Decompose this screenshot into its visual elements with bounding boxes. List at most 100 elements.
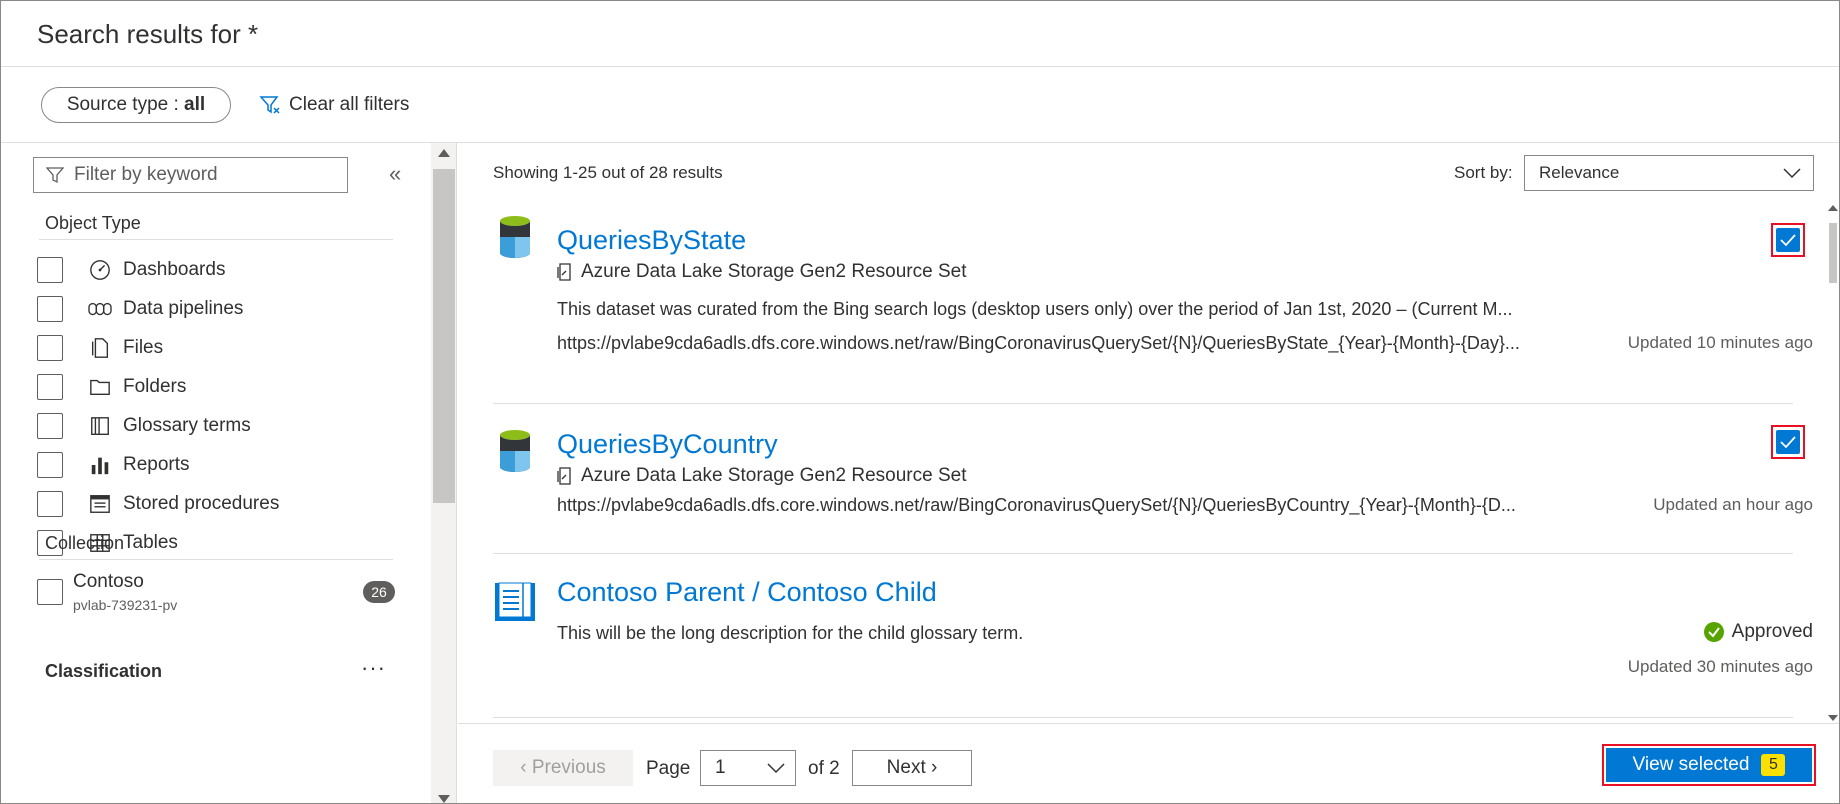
result-divider bbox=[493, 403, 1793, 404]
result-description: This will be the long description for th… bbox=[557, 623, 1024, 643]
view-selected-button[interactable]: View selected 5 bbox=[1602, 744, 1816, 786]
approved-label: Approved bbox=[1731, 621, 1813, 642]
result-updated: Updated 30 minutes ago bbox=[1627, 657, 1813, 676]
sidebar-scrollbar[interactable] bbox=[431, 143, 456, 803]
collection-title: Collection bbox=[45, 533, 125, 553]
clear-all-filters-button[interactable]: Clear all filters bbox=[259, 89, 409, 121]
result-type-label: Azure Data Lake Storage Gen2 Resource Se… bbox=[581, 261, 967, 282]
object-type-checkbox[interactable] bbox=[37, 335, 63, 361]
keyword-filter-placeholder: Filter by keyword bbox=[74, 164, 218, 185]
result-item: QueriesByState Azure Data Lake Storage G… bbox=[493, 215, 1813, 365]
page-number-dropdown[interactable]: 1 bbox=[700, 750, 796, 786]
report-icon bbox=[87, 452, 113, 478]
object-type-item[interactable]: Glossary terms bbox=[37, 411, 251, 441]
scroll-down-icon[interactable] bbox=[438, 795, 450, 803]
results-scrollbar[interactable] bbox=[1827, 203, 1839, 723]
dashboard-icon bbox=[87, 257, 113, 283]
search-results-page: Search results for * Source type : all C… bbox=[0, 0, 1840, 804]
glossary-term-icon bbox=[495, 582, 535, 621]
object-type-item[interactable]: Reports bbox=[37, 450, 190, 480]
page-title: Search results for * bbox=[37, 19, 259, 49]
scrollbar-thumb[interactable] bbox=[1829, 223, 1837, 283]
scroll-down-icon[interactable] bbox=[1828, 715, 1838, 721]
object-type-checkbox[interactable] bbox=[37, 374, 63, 400]
object-type-checkbox[interactable] bbox=[37, 491, 63, 517]
object-type-checkbox[interactable] bbox=[37, 296, 63, 322]
object-type-item[interactable]: Files bbox=[37, 333, 163, 363]
object-type-label: Tables bbox=[123, 532, 178, 553]
clear-filter-icon bbox=[259, 96, 280, 114]
object-type-label: Glossary terms bbox=[123, 415, 251, 436]
object-type-item[interactable]: Folders bbox=[37, 372, 186, 402]
page-label: Page bbox=[646, 758, 691, 779]
object-type-item[interactable]: Data pipelines bbox=[37, 294, 243, 324]
folder-icon bbox=[87, 374, 113, 400]
file-icon bbox=[87, 335, 113, 361]
results-list: QueriesByState Azure Data Lake Storage G… bbox=[458, 203, 1828, 723]
result-divider bbox=[493, 553, 1793, 554]
collection-name: Contoso bbox=[73, 571, 144, 592]
keyword-filter-input[interactable]: Filter by keyword bbox=[33, 157, 348, 193]
header: Search results for * bbox=[1, 1, 1839, 67]
collection-count-badge: 26 bbox=[363, 581, 395, 603]
check-circle-icon bbox=[1703, 622, 1724, 642]
view-selected-label: View selected bbox=[1632, 754, 1750, 775]
object-type-item[interactable]: Dashboards bbox=[37, 255, 225, 285]
sort-dropdown[interactable]: Relevance bbox=[1524, 155, 1814, 191]
section-divider bbox=[39, 559, 393, 560]
result-item: QueriesByCountry Azure Data Lake Storage… bbox=[493, 425, 1813, 539]
data-lake-icon bbox=[500, 216, 530, 258]
object-type-label: Reports bbox=[123, 454, 190, 475]
scrollbar-thumb[interactable] bbox=[433, 169, 455, 503]
object-type-label: Data pipelines bbox=[123, 298, 244, 319]
sort-value: Relevance bbox=[1539, 163, 1620, 182]
object-type-label: Files bbox=[123, 337, 164, 358]
next-page-button[interactable]: Next › bbox=[852, 750, 972, 786]
result-description: This dataset was curated from the Bing s… bbox=[557, 299, 1513, 319]
result-item: Contoso Parent / Contoso Child This will… bbox=[493, 577, 1813, 699]
result-select-checkbox[interactable] bbox=[1771, 223, 1805, 257]
resource-set-icon bbox=[557, 263, 571, 281]
chevron-down-icon bbox=[767, 763, 785, 774]
section-divider bbox=[39, 239, 393, 240]
page-number-value: 1 bbox=[715, 757, 726, 778]
object-type-checkbox[interactable] bbox=[37, 413, 63, 439]
data-lake-icon bbox=[500, 430, 530, 472]
result-title-link[interactable]: QueriesByState bbox=[557, 225, 746, 256]
result-select-checkbox[interactable] bbox=[1771, 425, 1805, 459]
scroll-up-icon[interactable] bbox=[1828, 205, 1838, 211]
object-type-label: Folders bbox=[123, 376, 187, 397]
result-type: Azure Data Lake Storage Gen2 Resource Se… bbox=[557, 261, 967, 283]
results-count: Showing 1-25 out of 28 results bbox=[493, 163, 723, 182]
source-type-label: Source type : bbox=[66, 94, 185, 115]
object-type-label: Stored procedures bbox=[123, 493, 280, 514]
chevron-down-icon bbox=[1783, 168, 1801, 179]
glossary-icon bbox=[87, 413, 113, 439]
page-total: of 2 bbox=[808, 758, 840, 779]
collection-checkbox[interactable] bbox=[37, 579, 63, 605]
approved-status: Approved bbox=[1703, 621, 1813, 643]
clear-all-filters-label: Clear all filters bbox=[289, 94, 410, 115]
object-type-label: Dashboards bbox=[123, 259, 226, 280]
previous-page-button[interactable]: ‹ Previous bbox=[493, 750, 633, 786]
result-path: https://pvlabe9cda6adls.dfs.core.windows… bbox=[557, 495, 1516, 515]
classification-more-icon[interactable]: ··· bbox=[361, 655, 386, 681]
source-type-filter-pill[interactable]: Source type : all bbox=[41, 87, 231, 123]
results-panel: Showing 1-25 out of 28 results Sort by: … bbox=[458, 143, 1839, 803]
sort-label: Sort by: bbox=[1454, 163, 1513, 182]
collapse-sidebar-icon[interactable]: « bbox=[389, 161, 401, 187]
object-type-title: Object Type bbox=[45, 213, 141, 233]
object-type-checkbox[interactable] bbox=[37, 257, 63, 283]
selected-count-badge: 5 bbox=[1761, 754, 1786, 776]
result-path: https://pvlabe9cda6adls.dfs.core.windows… bbox=[557, 333, 1520, 353]
checkmark-icon bbox=[1780, 436, 1796, 449]
result-title-link[interactable]: Contoso Parent / Contoso Child bbox=[557, 577, 937, 608]
result-updated: Updated an hour ago bbox=[1653, 495, 1813, 514]
resource-set-icon bbox=[557, 467, 571, 485]
stored-procedure-icon bbox=[87, 491, 113, 517]
object-type-item[interactable]: Stored procedures bbox=[37, 489, 279, 519]
scroll-up-icon[interactable] bbox=[438, 149, 450, 157]
result-title-link[interactable]: QueriesByCountry bbox=[557, 429, 778, 460]
pagination-footer: ‹ Previous Page 1 of 2 Next › View selec… bbox=[458, 723, 1839, 803]
object-type-checkbox[interactable] bbox=[37, 452, 63, 478]
